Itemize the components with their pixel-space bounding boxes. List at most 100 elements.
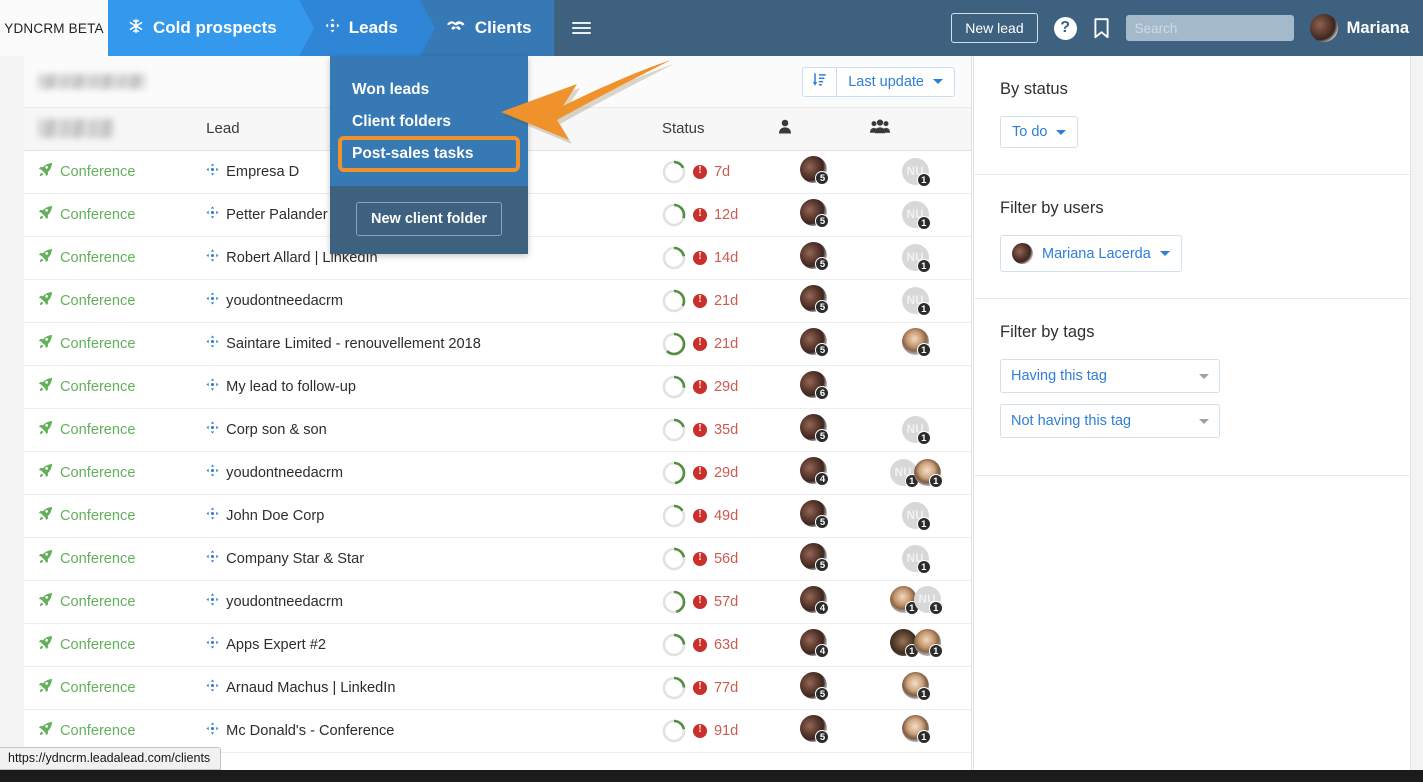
- cell-owner[interactable]: 6: [768, 365, 859, 408]
- cell-team[interactable]: NU11: [860, 451, 971, 494]
- cell-team[interactable]: 11: [860, 623, 971, 666]
- team-avatar[interactable]: NU1: [902, 244, 929, 271]
- user-menu[interactable]: Mariana: [1310, 14, 1409, 42]
- bookmark-icon[interactable]: [1093, 18, 1110, 39]
- cell-owner[interactable]: 5: [768, 494, 859, 537]
- table-row[interactable]: Conferenceyoudontneedacrm!21d5NU1: [24, 279, 971, 322]
- owner-avatar[interactable]: 5: [800, 199, 827, 226]
- status-filter-dropdown[interactable]: To do: [1000, 116, 1078, 148]
- cell-owner[interactable]: 4: [768, 451, 859, 494]
- team-avatar[interactable]: 1: [890, 629, 917, 656]
- team-avatar[interactable]: NU1: [902, 287, 929, 314]
- cell-team[interactable]: NU1: [860, 494, 971, 537]
- cell-owner[interactable]: 5: [768, 666, 859, 709]
- column-header-team[interactable]: [860, 108, 971, 150]
- cell-source[interactable]: Conference: [24, 279, 196, 322]
- cell-owner[interactable]: 5: [768, 322, 859, 365]
- team-avatar[interactable]: NU1: [902, 502, 929, 529]
- owner-avatar[interactable]: 5: [800, 285, 827, 312]
- cell-team[interactable]: 1: [860, 666, 971, 709]
- cell-status[interactable]: !49d: [652, 494, 768, 537]
- cell-team[interactable]: 1: [860, 322, 971, 365]
- owner-avatar[interactable]: 5: [800, 500, 827, 527]
- cell-status[interactable]: !57d: [652, 580, 768, 623]
- team-avatar[interactable]: 1: [914, 629, 941, 656]
- team-avatar[interactable]: 1: [902, 715, 929, 742]
- cell-lead[interactable]: Apps Expert #2: [196, 623, 500, 666]
- cell-source[interactable]: Conference: [24, 709, 196, 752]
- cell-status[interactable]: !21d: [652, 322, 768, 365]
- owner-avatar[interactable]: 5: [800, 543, 827, 570]
- owner-avatar[interactable]: 4: [800, 457, 827, 484]
- cell-status[interactable]: !29d: [652, 365, 768, 408]
- cell-source[interactable]: Conference: [24, 537, 196, 580]
- owner-avatar[interactable]: 5: [800, 715, 827, 742]
- cell-team[interactable]: NU1: [860, 279, 971, 322]
- cell-source[interactable]: Conference: [24, 236, 196, 279]
- team-avatar[interactable]: 1: [902, 672, 929, 699]
- column-header-status[interactable]: Status: [652, 108, 768, 150]
- cell-owner[interactable]: 5: [768, 150, 859, 193]
- table-row[interactable]: ConferenceApps Expert #2 !63d 4 11: [24, 623, 971, 666]
- owner-avatar[interactable]: 5: [800, 414, 827, 441]
- cell-lead[interactable]: My lead to follow-up: [196, 365, 500, 408]
- tab-cold-prospects[interactable]: Cold prospects: [108, 0, 299, 56]
- cell-source[interactable]: Conference: [24, 494, 196, 537]
- cell-lead[interactable]: Saintare Limited - renouvellement 2018: [196, 322, 500, 365]
- owner-avatar[interactable]: 6: [800, 371, 827, 398]
- cell-team[interactable]: NU1: [860, 408, 971, 451]
- team-avatar[interactable]: 1: [902, 328, 929, 355]
- cell-team[interactable]: 1NU1: [860, 580, 971, 623]
- menu-item-client-folders[interactable]: Client folders: [330, 106, 528, 138]
- cell-lead[interactable]: Company Star & Star: [196, 537, 500, 580]
- cell-status[interactable]: !21d: [652, 279, 768, 322]
- cell-source[interactable]: Conference: [24, 150, 196, 193]
- cell-owner[interactable]: 5: [768, 709, 859, 752]
- cell-source[interactable]: Conference: [24, 408, 196, 451]
- cell-owner[interactable]: 5: [768, 537, 859, 580]
- cell-status[interactable]: !77d: [652, 666, 768, 709]
- table-row[interactable]: ConferenceCompany Star & Star !56d 5 NU1: [24, 537, 971, 580]
- owner-avatar[interactable]: 5: [800, 156, 827, 183]
- cell-team[interactable]: 1: [860, 709, 971, 752]
- cell-owner[interactable]: 5: [768, 236, 859, 279]
- table-row[interactable]: ConferenceCorp son & son!35d5NU1: [24, 408, 971, 451]
- team-avatar[interactable]: NU1: [902, 201, 929, 228]
- cell-lead[interactable]: youdontneedacrm: [196, 580, 500, 623]
- cell-status[interactable]: !91d: [652, 709, 768, 752]
- owner-avatar[interactable]: 4: [800, 586, 827, 613]
- table-row[interactable]: ConferenceSaintare Limited - renouvellem…: [24, 322, 971, 365]
- team-avatar[interactable]: NU1: [914, 586, 941, 613]
- team-avatar[interactable]: NU1: [902, 545, 929, 572]
- user-filter-dropdown[interactable]: Mariana Lacerda: [1000, 235, 1182, 272]
- cell-lead[interactable]: Arnaud Machus | LinkedIn: [196, 666, 500, 709]
- table-row[interactable]: ConferenceJohn Doe Corp !49d 5 NU1: [24, 494, 971, 537]
- owner-avatar[interactable]: 4: [800, 629, 827, 656]
- cell-status[interactable]: !35d: [652, 408, 768, 451]
- tab-clients[interactable]: Clients: [420, 0, 554, 56]
- menu-item-post-sales-tasks[interactable]: Post-sales tasks: [340, 138, 518, 170]
- cell-owner[interactable]: 5: [768, 279, 859, 322]
- cell-owner[interactable]: 4: [768, 580, 859, 623]
- cell-lead[interactable]: John Doe Corp: [196, 494, 500, 537]
- cell-owner[interactable]: 4: [768, 623, 859, 666]
- cell-source[interactable]: Conference: [24, 666, 196, 709]
- cell-source[interactable]: Conference: [24, 451, 196, 494]
- new-client-folder-button[interactable]: New client folder: [356, 202, 502, 236]
- search-input[interactable]: [1126, 15, 1294, 41]
- not-having-tag-select[interactable]: Not having this tag: [1000, 404, 1220, 438]
- cell-source[interactable]: Conference: [24, 623, 196, 666]
- hamburger-icon[interactable]: [554, 0, 610, 56]
- cell-team[interactable]: NU1: [860, 193, 971, 236]
- cell-team[interactable]: NU1: [860, 236, 971, 279]
- sort-direction-button[interactable]: [802, 67, 837, 97]
- cell-status[interactable]: !29d: [652, 451, 768, 494]
- cell-owner[interactable]: 5: [768, 408, 859, 451]
- question-mark-icon[interactable]: ?: [1054, 17, 1077, 40]
- cell-status[interactable]: !63d: [652, 623, 768, 666]
- cell-team[interactable]: NU1: [860, 150, 971, 193]
- table-row[interactable]: ConferenceMc Donald's - Conference!91d51: [24, 709, 971, 752]
- cell-source[interactable]: Conference: [24, 322, 196, 365]
- tab-leads[interactable]: Leads: [299, 0, 420, 56]
- cell-status[interactable]: !56d: [652, 537, 768, 580]
